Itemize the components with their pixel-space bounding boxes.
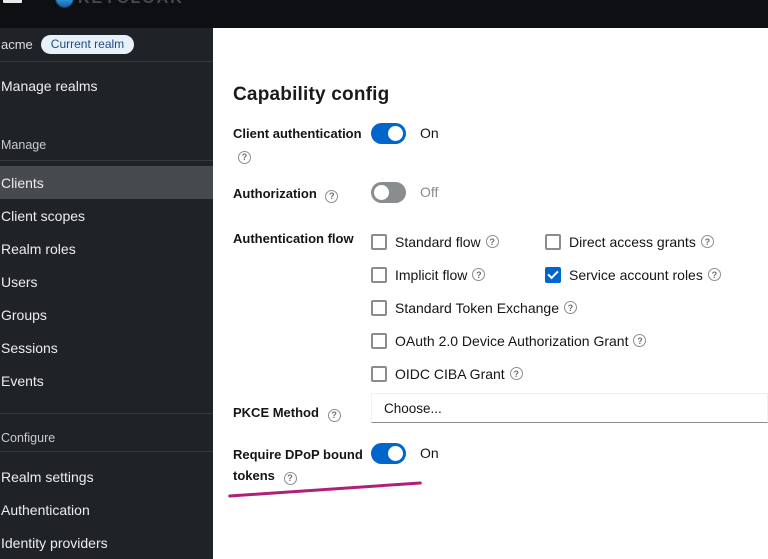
client-authentication-label: Client authentication ?	[233, 126, 362, 164]
keycloak-admin-console: KEYCLOAK acme Current realm Manage realm…	[0, 0, 768, 559]
checkbox-standard-token-exchange: Standard Token Exchange ?	[371, 291, 768, 324]
pkce-method-label: PKCE Method ?	[233, 393, 371, 423]
checkbox-oidc-ciba-grant: OIDC CIBA Grant ?	[371, 357, 768, 390]
sidebar-item-realm-settings[interactable]: Realm settings	[0, 460, 213, 493]
help-icon[interactable]: ?	[327, 409, 341, 422]
help-icon[interactable]: ?	[563, 301, 577, 314]
authorization-toggle[interactable]	[371, 181, 406, 203]
dpop-toggle[interactable]	[371, 442, 406, 464]
realm-name: acme	[1, 37, 33, 52]
current-realm-badge: Current realm	[40, 35, 135, 54]
authorization-row: Authorization ? Off	[233, 180, 768, 204]
toggle-knob	[388, 125, 403, 141]
sidebar-item-users[interactable]: Users	[0, 265, 213, 298]
capability-config-panel: Capability config Client authentication …	[213, 28, 768, 559]
nav-section-configure: Configure	[0, 413, 213, 445]
client-authentication-row: Client authentication ? On	[233, 121, 768, 165]
nav-section-manage: Manage	[1, 138, 47, 152]
help-icon[interactable]: ?	[485, 235, 499, 248]
capability-config-form: Client authentication ? On Authorization	[233, 121, 768, 486]
help-icon[interactable]: ?	[633, 334, 647, 347]
checkbox[interactable]	[371, 266, 387, 283]
select-placeholder: Choose...	[384, 400, 442, 416]
authentication-flow-label: Authentication flow	[233, 231, 354, 246]
checkbox[interactable]	[371, 332, 387, 349]
sidebar-item-sessions[interactable]: Sessions	[0, 331, 213, 364]
toggle-knob	[388, 445, 403, 461]
checkbox[interactable]	[371, 365, 387, 382]
sidebar-item-client-scopes[interactable]: Client scopes	[0, 199, 213, 232]
toggle-state-label: On	[420, 125, 439, 141]
authentication-flow-options: Standard flow ? Direct access grants ? I…	[371, 225, 768, 390]
checkbox[interactable]	[371, 299, 387, 316]
sidebar-nav: acme Current realm Manage realms Manage …	[0, 28, 213, 559]
help-icon[interactable]: ?	[707, 268, 721, 281]
checkbox-standard-flow: Standard flow ?	[371, 225, 545, 258]
checkbox[interactable]	[545, 233, 561, 250]
keycloak-logo-text: KEYCLOAK	[78, 0, 184, 8]
sidebar-item-groups[interactable]: Groups	[0, 298, 213, 331]
page-title: Capability config	[233, 84, 390, 105]
checkbox-oauth-device-authorization-grant: OAuth 2.0 Device Authorization Grant ?	[371, 324, 768, 357]
client-authentication-toggle[interactable]	[371, 122, 406, 144]
dpop-label: Require DPoP bound tokens ?	[233, 447, 363, 485]
checkbox[interactable]	[371, 233, 387, 250]
sidebar-item-events[interactable]: Events	[0, 364, 213, 397]
keycloak-logo[interactable]: KEYCLOAK	[55, 0, 184, 8]
dpop-row: Require DPoP bound tokens ? On	[233, 441, 768, 486]
pkce-method-select[interactable]: Choose...	[371, 393, 768, 423]
sidebar-item-manage-realms[interactable]: Manage realms	[0, 74, 213, 98]
hamburger-menu-icon[interactable]	[3, 0, 22, 3]
checkbox-service-account-roles: Service account roles ?	[545, 258, 768, 291]
help-icon[interactable]: ?	[472, 268, 486, 281]
toggle-knob	[374, 184, 389, 200]
toggle-state-label: Off	[420, 184, 439, 200]
help-icon[interactable]: ?	[283, 472, 297, 485]
authentication-flow-row: Authentication flow Standard flow ? Dire…	[233, 225, 768, 390]
help-icon[interactable]: ?	[325, 190, 339, 203]
masthead: KEYCLOAK	[0, 0, 768, 28]
help-icon[interactable]: ?	[509, 367, 523, 380]
sidebar-item-authentication[interactable]: Authentication	[0, 493, 213, 526]
checkbox-direct-access-grants: Direct access grants ?	[545, 225, 768, 258]
sidebar-item-identity-providers[interactable]: Identity providers	[0, 526, 213, 559]
authorization-label: Authorization ?	[233, 180, 371, 204]
checkbox-implicit-flow: Implicit flow ?	[371, 258, 545, 291]
sidebar-item-realm-roles[interactable]: Realm roles	[0, 232, 213, 265]
keycloak-shield-icon	[55, 0, 74, 8]
toggle-state-label: On	[420, 445, 439, 461]
help-icon[interactable]: ?	[238, 151, 251, 164]
realm-selector[interactable]: acme Current realm	[0, 28, 213, 62]
help-icon[interactable]: ?	[700, 235, 714, 248]
checkbox-checked[interactable]	[545, 266, 561, 283]
sidebar-item-clients[interactable]: Clients	[0, 166, 213, 199]
pkce-method-row: PKCE Method ? Choose...	[233, 393, 768, 423]
